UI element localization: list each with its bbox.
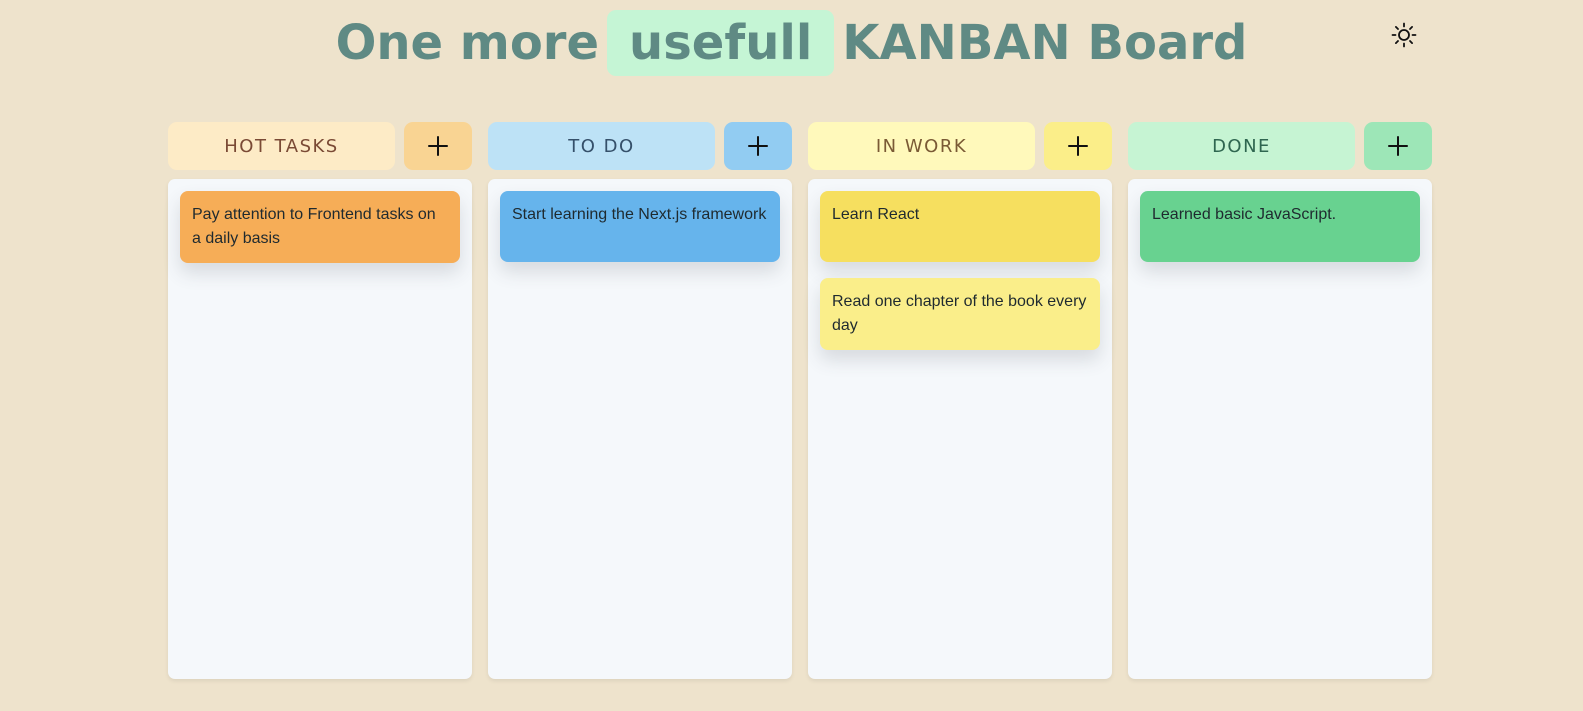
plus-icon [1068,136,1088,156]
column-title: HOT TASKS [168,122,395,170]
add-card-button[interactable] [1364,122,1432,170]
sun-icon [1391,22,1417,48]
column-header: HOT TASKS [168,122,472,170]
title-prefix: One more [335,15,600,71]
plus-icon [1388,136,1408,156]
plus-icon [428,136,448,156]
column-done: DONE Learned basic JavaScript. [1128,122,1432,679]
column-title: DONE [1128,122,1355,170]
task-card[interactable]: Start learning the Next.js framework [500,191,780,262]
column-card-list: Learn React Read one chapter of the book … [808,179,1112,679]
kanban-board: HOT TASKS Pay attention to Frontend tasks… [168,122,1432,679]
column-title: TO DO [488,122,715,170]
column-card-list: Pay attention to Frontend tasks on a dai… [168,179,472,679]
column-card-list: Start learning the Next.js framework [488,179,792,679]
add-card-button[interactable] [404,122,472,170]
task-card[interactable]: Learned basic JavaScript. [1140,191,1420,262]
add-card-button[interactable] [1044,122,1112,170]
column-title: IN WORK [808,122,1035,170]
header: One more usefull KANBAN Board [0,0,1583,90]
title-highlight: usefull [607,10,835,76]
theme-toggle-button[interactable] [1391,22,1417,48]
task-card[interactable]: Learn React [820,191,1100,262]
column-in-work: IN WORK Learn React Read one chapter of th… [808,122,1112,679]
column-to-do: TO DO Start learning the Next.js framewor… [488,122,792,679]
add-card-button[interactable] [724,122,792,170]
task-card[interactable]: Pay attention to Frontend tasks on a dai… [180,191,460,263]
column-hot-tasks: HOT TASKS Pay attention to Frontend tasks… [168,122,472,679]
column-header: DONE [1128,122,1432,170]
column-header: IN WORK [808,122,1112,170]
task-card[interactable]: Read one chapter of the book every day [820,278,1100,350]
page-title: One more usefull KANBAN Board [0,10,1583,76]
title-suffix: KANBAN Board [842,15,1248,71]
column-card-list: Learned basic JavaScript. [1128,179,1432,679]
column-header: TO DO [488,122,792,170]
plus-icon [748,136,768,156]
